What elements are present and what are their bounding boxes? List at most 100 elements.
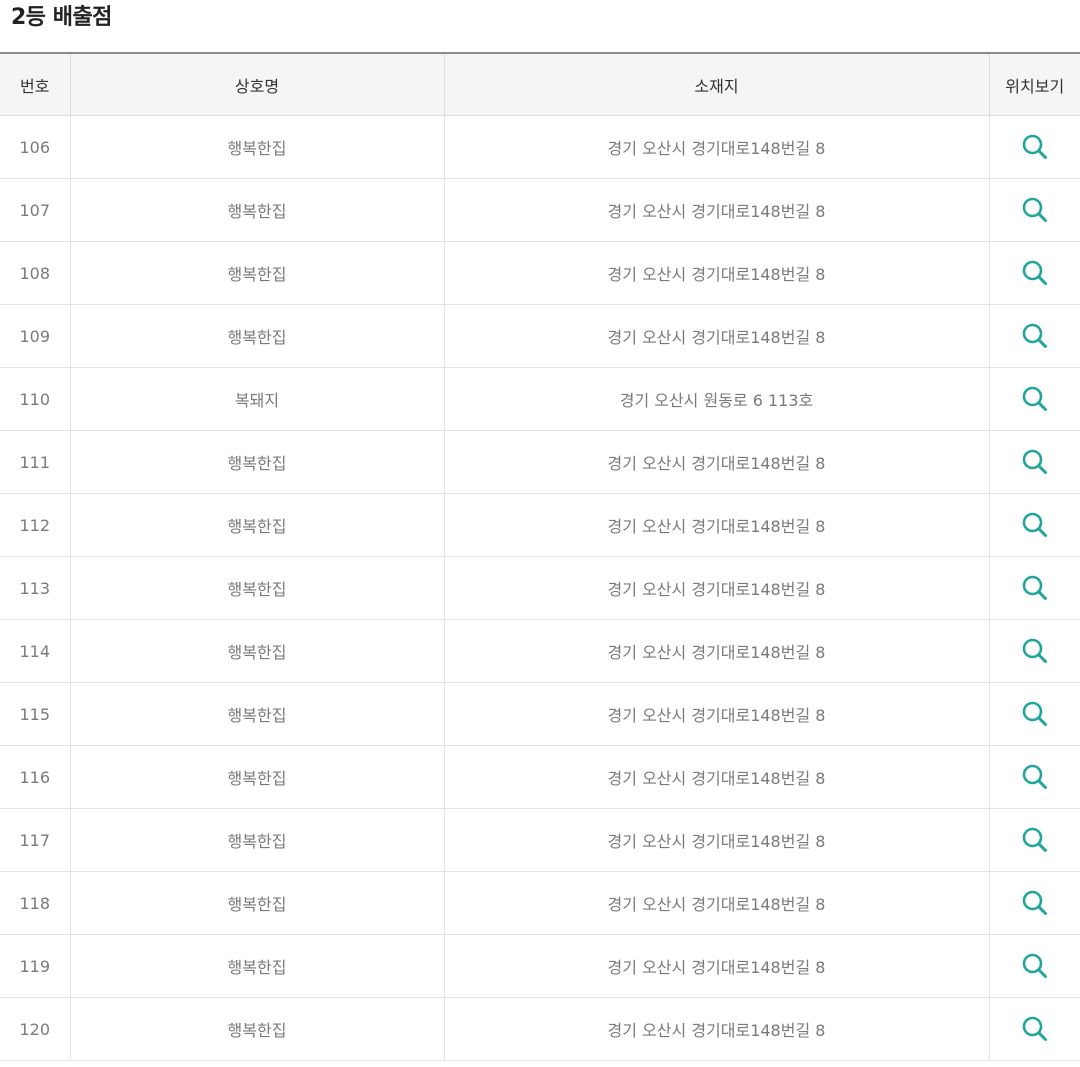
header-address: 소재지: [443, 53, 989, 116]
search-icon: [1022, 134, 1047, 159]
header-number: 번호: [0, 53, 70, 116]
row-store-name: 행복한집: [69, 493, 444, 557]
table-row: 112 행복한집 경기 오산시 경기대로148번길 8: [0, 493, 1080, 557]
view-location-button[interactable]: [1020, 384, 1050, 414]
row-location-cell: [988, 745, 1080, 809]
row-store-name: 행복한집: [69, 178, 444, 242]
row-store-name: 행복한집: [69, 997, 444, 1061]
search-icon: [1022, 197, 1047, 222]
row-store-name: 행복한집: [69, 619, 444, 683]
view-location-button[interactable]: [1020, 888, 1050, 918]
view-location-button[interactable]: [1020, 258, 1050, 288]
row-number: 118: [0, 871, 70, 935]
search-icon: [1022, 827, 1047, 852]
search-icon: [1022, 701, 1047, 726]
row-location-cell: [988, 997, 1080, 1061]
row-address: 경기 오산시 경기대로148번길 8: [443, 682, 989, 746]
row-number: 111: [0, 430, 70, 494]
row-location-cell: [988, 808, 1080, 872]
view-location-button[interactable]: [1020, 699, 1050, 729]
row-store-name: 행복한집: [69, 304, 444, 368]
table-row: 116 행복한집 경기 오산시 경기대로148번길 8: [0, 745, 1080, 809]
search-icon: [1022, 260, 1047, 285]
row-location-cell: [988, 934, 1080, 998]
search-icon: [1022, 638, 1047, 663]
table-row: 111 행복한집 경기 오산시 경기대로148번길 8: [0, 430, 1080, 494]
view-location-button[interactable]: [1020, 762, 1050, 792]
header-location: 위치보기: [988, 53, 1080, 116]
row-store-name: 행복한집: [69, 682, 444, 746]
row-address: 경기 오산시 경기대로148번길 8: [443, 556, 989, 620]
row-store-name: 행복한집: [69, 430, 444, 494]
row-address: 경기 오산시 경기대로148번길 8: [443, 115, 989, 179]
search-icon: [1022, 890, 1047, 915]
view-location-button[interactable]: [1020, 825, 1050, 855]
row-address: 경기 오산시 경기대로148번길 8: [443, 304, 989, 368]
row-number: 115: [0, 682, 70, 746]
row-store-name: 행복한집: [69, 934, 444, 998]
page: 2등 배출점 번호 상호명 소재지 위치보기 106 행복한집 경기 오산시 경기대…: [0, 0, 1080, 1067]
row-address: 경기 오산시 경기대로148번길 8: [443, 430, 989, 494]
row-number: 114: [0, 619, 70, 683]
search-icon: [1022, 575, 1047, 600]
table-row: 107 행복한집 경기 오산시 경기대로148번길 8: [0, 178, 1080, 242]
table-header-row: 번호 상호명 소재지 위치보기: [0, 53, 1080, 116]
view-location-button[interactable]: [1020, 510, 1050, 540]
view-location-button[interactable]: [1020, 636, 1050, 666]
row-location-cell: [988, 304, 1080, 368]
row-address: 경기 오산시 경기대로148번길 8: [443, 808, 989, 872]
table-body: 106 행복한집 경기 오산시 경기대로148번길 8 107 행복한집 경기 오산시 경…: [0, 115, 1080, 1061]
row-number: 109: [0, 304, 70, 368]
row-number: 113: [0, 556, 70, 620]
table-row: 106 행복한집 경기 오산시 경기대로148번길 8: [0, 115, 1080, 179]
table-row: 118 행복한집 경기 오산시 경기대로148번길 8: [0, 871, 1080, 935]
search-icon: [1022, 1016, 1047, 1041]
view-location-button[interactable]: [1020, 573, 1050, 603]
row-location-cell: [988, 241, 1080, 305]
table-row: 109 행복한집 경기 오산시 경기대로148번길 8: [0, 304, 1080, 368]
row-store-name: 행복한집: [69, 241, 444, 305]
row-number: 116: [0, 745, 70, 809]
row-store-name: 행복한집: [69, 871, 444, 935]
view-location-button[interactable]: [1020, 132, 1050, 162]
page-title: 2등 배출점: [11, 5, 112, 30]
search-icon: [1022, 512, 1047, 537]
row-location-cell: [988, 367, 1080, 431]
table-row: 120 행복한집 경기 오산시 경기대로148번길 8: [0, 997, 1080, 1061]
row-location-cell: [988, 430, 1080, 494]
table-row: 117 행복한집 경기 오산시 경기대로148번길 8: [0, 808, 1080, 872]
row-number: 112: [0, 493, 70, 557]
table-row: 113 행복한집 경기 오산시 경기대로148번길 8: [0, 556, 1080, 620]
row-address: 경기 오산시 경기대로148번길 8: [443, 178, 989, 242]
view-location-button[interactable]: [1020, 447, 1050, 477]
row-address: 경기 오산시 경기대로148번길 8: [443, 997, 989, 1061]
view-location-button[interactable]: [1020, 195, 1050, 225]
row-location-cell: [988, 556, 1080, 620]
row-location-cell: [988, 871, 1080, 935]
search-icon: [1022, 323, 1047, 348]
view-location-button[interactable]: [1020, 321, 1050, 351]
row-store-name: 복돼지: [69, 367, 444, 431]
row-number: 106: [0, 115, 70, 179]
view-location-button[interactable]: [1020, 951, 1050, 981]
row-location-cell: [988, 619, 1080, 683]
search-icon: [1022, 449, 1047, 474]
winning-stores-table: 번호 상호명 소재지 위치보기 106 행복한집 경기 오산시 경기대로148번길 …: [0, 52, 1080, 1061]
row-address: 경기 오산시 경기대로148번길 8: [443, 934, 989, 998]
table-row: 114 행복한집 경기 오산시 경기대로148번길 8: [0, 619, 1080, 683]
row-number: 119: [0, 934, 70, 998]
row-address: 경기 오산시 경기대로148번길 8: [443, 619, 989, 683]
table-row: 119 행복한집 경기 오산시 경기대로148번길 8: [0, 934, 1080, 998]
row-store-name: 행복한집: [69, 115, 444, 179]
row-location-cell: [988, 115, 1080, 179]
table-row: 110 복돼지 경기 오산시 원동로 6 113호: [0, 367, 1080, 431]
view-location-button[interactable]: [1020, 1014, 1050, 1044]
row-address: 경기 오산시 원동로 6 113호: [443, 367, 989, 431]
header-store-name: 상호명: [69, 53, 444, 116]
row-number: 108: [0, 241, 70, 305]
row-address: 경기 오산시 경기대로148번길 8: [443, 493, 989, 557]
row-store-name: 행복한집: [69, 556, 444, 620]
row-number: 110: [0, 367, 70, 431]
table-row: 108 행복한집 경기 오산시 경기대로148번길 8: [0, 241, 1080, 305]
row-address: 경기 오산시 경기대로148번길 8: [443, 745, 989, 809]
